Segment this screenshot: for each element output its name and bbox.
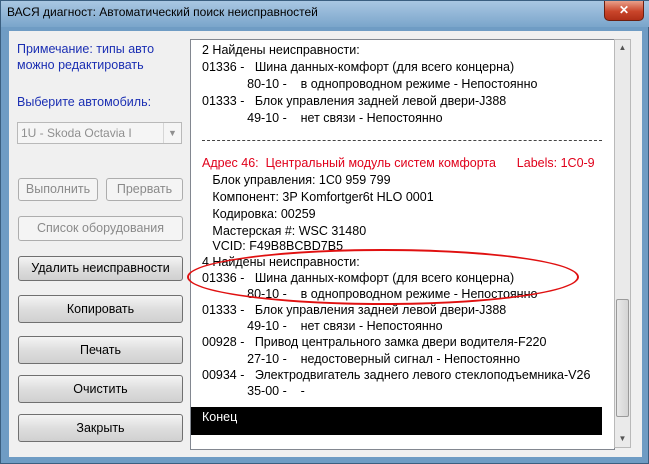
log-line: VCID: F49B8BCBD7B5 xyxy=(202,239,344,253)
close-button[interactable]: Закрыть xyxy=(18,414,183,442)
log-line: 2 Найдены неисправности: xyxy=(202,43,360,57)
log-line: 01336 - Шина данных-комфорт (для всего к… xyxy=(202,60,515,74)
chevron-down-icon[interactable]: ▼ xyxy=(163,123,181,143)
log-line: 27-10 - недостоверный сигнал - Непостоян… xyxy=(202,352,521,366)
log-line: 00928 - Привод центрального замка двери … xyxy=(202,335,547,349)
run-button[interactable]: Выполнить xyxy=(18,178,98,201)
log-end-bar xyxy=(191,407,602,435)
equipment-list-button[interactable]: Список оборудования xyxy=(18,216,183,241)
log-line: 00934 - Электродвигатель заднего левого … xyxy=(202,368,591,382)
window-close-button[interactable]: ✕ xyxy=(604,1,644,21)
delete-faults-button[interactable]: Удалить неисправности xyxy=(18,256,183,281)
scroll-up-icon[interactable]: ▲ xyxy=(615,40,630,56)
log-line: 4 Найдены неисправности: xyxy=(202,255,360,269)
scroll-thumb[interactable] xyxy=(616,299,629,417)
log-line: 49-10 - нет связи - Непостоянно xyxy=(202,111,443,125)
log-scrollbar[interactable]: ▲ ▼ xyxy=(614,39,631,448)
log-line: Мастерская #: WSC 31480 xyxy=(202,224,367,238)
log-line: 01333 - Блок управления задней левой две… xyxy=(202,303,507,317)
log-line: 01336 - Шина данных-комфорт (для всего к… xyxy=(202,271,515,285)
log-line: 49-10 - нет связи - Непостоянно xyxy=(202,319,443,333)
log-line: Кодировка: 00259 xyxy=(202,207,316,221)
log-end-line: Конец xyxy=(191,409,238,425)
log-separator xyxy=(202,140,602,141)
title-bar[interactable]: ВАСЯ диагност: Автоматический поиск неис… xyxy=(1,1,649,27)
clear-button[interactable]: Очистить xyxy=(18,375,183,403)
select-car-label: Выберите автомобиль: xyxy=(17,95,152,109)
log-line: 35-00 - - xyxy=(202,384,305,398)
log-address-line: Адрес 46: Центральный модуль систем комф… xyxy=(202,156,595,170)
log-line: Компонент: 3P Komfortger6t HLO 0001 xyxy=(202,190,434,204)
client-area: Примечание: типы авто можно редактироват… xyxy=(9,31,642,457)
results-log[interactable]: 2 Найдены неисправности: 01336 - Шина да… xyxy=(190,39,615,450)
car-select[interactable]: 1U - Skoda Octavia I ▼ xyxy=(17,122,182,144)
print-button[interactable]: Печать xyxy=(18,336,183,364)
scroll-down-icon[interactable]: ▼ xyxy=(615,431,630,447)
log-line: 01333 - Блок управления задней левой две… xyxy=(202,94,507,108)
log-line: Блок управления: 1C0 959 799 xyxy=(202,173,391,187)
car-select-value: 1U - Skoda Octavia I xyxy=(21,126,132,140)
app-window: ВАСЯ диагност: Автоматический поиск неис… xyxy=(0,0,649,464)
stop-button[interactable]: Прервать xyxy=(106,178,183,201)
window-title: ВАСЯ диагност: Автоматический поиск неис… xyxy=(7,5,318,19)
log-line: 80-10 - в однопроводном режиме - Непосто… xyxy=(202,287,538,301)
edit-types-note: Примечание: типы авто можно редактироват… xyxy=(17,42,155,72)
log-line: 80-10 - в однопроводном режиме - Непосто… xyxy=(202,77,538,91)
copy-button[interactable]: Копировать xyxy=(18,295,183,323)
